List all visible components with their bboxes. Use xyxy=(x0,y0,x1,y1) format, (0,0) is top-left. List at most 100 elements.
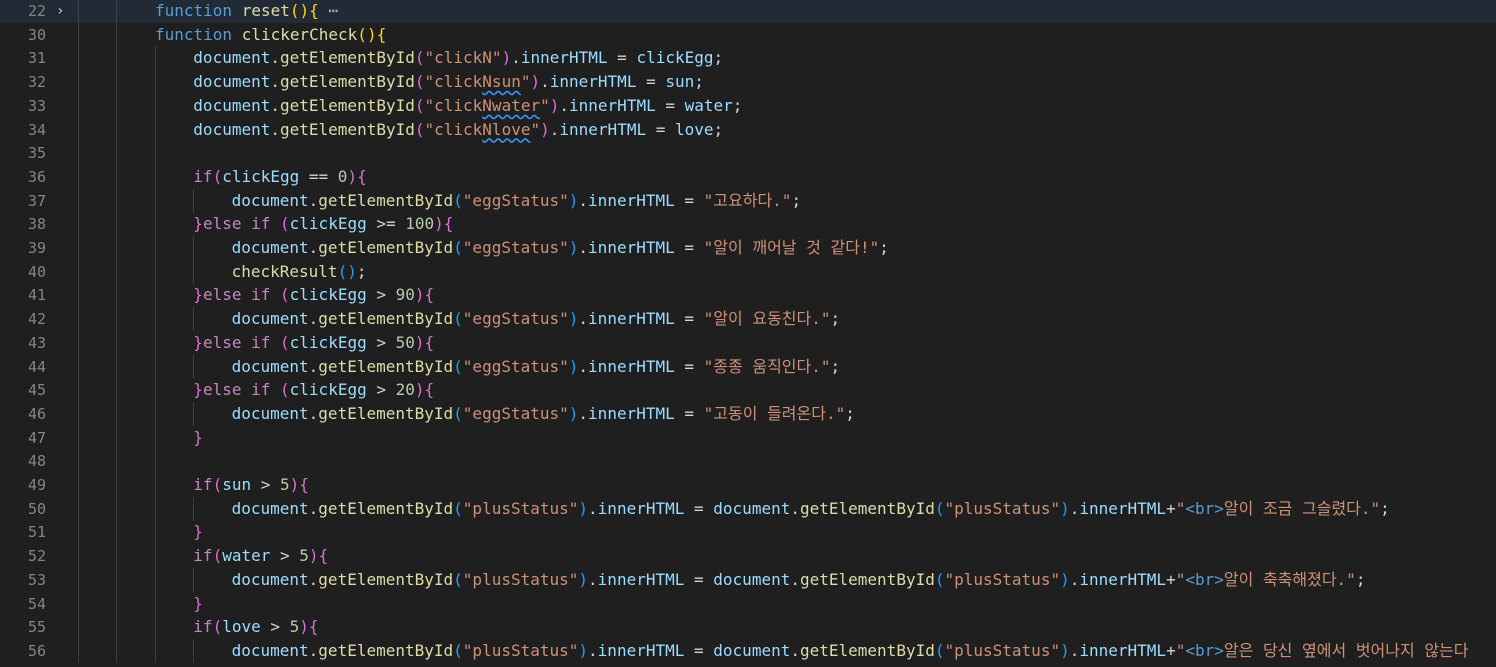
code-text[interactable]: }else if (clickEgg > 90){ xyxy=(193,283,434,307)
code-text[interactable]: function reset(){ ⋯ xyxy=(155,0,338,23)
indent-guide xyxy=(116,70,117,95)
code-token: clickEgg xyxy=(289,380,367,400)
indent-guide xyxy=(77,496,79,521)
code-line[interactable]: 22 › function reset(){ ⋯ xyxy=(0,0,1496,23)
code-text[interactable]: }else if (clickEgg > 50){ xyxy=(193,331,434,355)
code-token: = xyxy=(674,309,704,329)
code-text[interactable]: } xyxy=(193,426,203,450)
code-token: ⋯ xyxy=(318,1,339,20)
code-text[interactable]: document.getElementById("eggStatus").inn… xyxy=(232,236,889,260)
code-token: ) xyxy=(568,238,579,257)
code-token: . xyxy=(308,498,319,518)
code-line[interactable]: 41}else if (clickEgg > 90){ xyxy=(0,283,1496,308)
code-line[interactable]: 36 if(clickEgg == 0){ xyxy=(0,164,1496,189)
code-text[interactable]: }else if (clickEgg >= 100){ xyxy=(193,212,453,236)
code-token: getElementById xyxy=(318,309,454,329)
code-text[interactable]: document.getElementById("clickNsun").inn… xyxy=(193,70,704,94)
line-number: 30 xyxy=(27,25,46,44)
code-token: if xyxy=(251,380,271,400)
code-line[interactable]: 44 document.getElementById("eggStatus").i… xyxy=(0,354,1496,379)
code-line[interactable]: 52 if(water > 5){ xyxy=(0,544,1496,569)
code-text[interactable]: function clickerCheck(){ xyxy=(155,23,386,47)
code-line[interactable]: 31 document.getElementById("clickN").inne… xyxy=(0,46,1496,71)
code-token: document xyxy=(231,190,309,210)
code-token: 0 xyxy=(337,166,348,186)
code-token: . xyxy=(578,190,589,210)
indent-guide xyxy=(154,354,156,379)
code-token: function xyxy=(155,24,233,44)
code-line[interactable]: 30 function clickerCheck(){ xyxy=(0,22,1496,47)
code-line[interactable]: 50 document.getElementById("plusStatus").… xyxy=(0,496,1496,521)
code-text[interactable]: document.getElementById("plusStatus").in… xyxy=(232,639,1469,663)
code-line[interactable]: 56 document.getElementById("plusStatus").… xyxy=(0,638,1496,663)
code-line[interactable]: 43}else if (clickEgg > 50){ xyxy=(0,330,1496,355)
code-text[interactable]: document.getElementById("clickNwater").i… xyxy=(193,94,742,118)
code-token: innerHTML xyxy=(588,356,675,376)
code-token: document xyxy=(231,569,309,589)
indent-guide xyxy=(154,520,156,545)
code-token: ) xyxy=(414,285,425,305)
code-token: ) xyxy=(414,332,425,352)
code-text[interactable]: if(clickEgg == 0){ xyxy=(193,165,366,189)
code-token: getElementById xyxy=(318,238,454,257)
code-line[interactable]: 34 document.getElementById("clickNlove").… xyxy=(0,117,1496,142)
code-line[interactable]: 35 xyxy=(0,141,1496,166)
code-token: . xyxy=(270,119,280,139)
line-number: 47 xyxy=(27,428,46,447)
code-token: ) xyxy=(578,569,589,589)
indent-guide xyxy=(116,449,117,474)
code-text[interactable]: document.getElementById("eggStatus").inn… xyxy=(232,402,855,426)
code-token: . xyxy=(588,569,598,589)
code-line[interactable]: 32 document.getElementById("clickNsun").i… xyxy=(0,70,1496,95)
chevron-right-icon[interactable]: › xyxy=(56,0,72,23)
code-token: ) xyxy=(1060,498,1070,518)
code-line[interactable]: 42 document.getElementById("eggStatus").i… xyxy=(0,307,1496,332)
code-line[interactable]: 54} xyxy=(0,591,1496,616)
code-text[interactable]: if(water > 5){ xyxy=(193,544,328,568)
code-token: ) xyxy=(414,380,425,400)
code-token: + xyxy=(1166,498,1176,518)
code-text[interactable]: document.getElementById("plusStatus").in… xyxy=(232,497,1390,521)
code-editor[interactable]: 22 › function reset(){ ⋯ 30 function clicker… xyxy=(0,0,1496,667)
code-text[interactable]: if(love > 5){ xyxy=(193,615,318,639)
code-token: getElementById xyxy=(799,498,935,518)
code-line[interactable]: 55 if(love > 5){ xyxy=(0,615,1496,640)
code-line[interactable]: 39 document.getElementById("eggStatus").i… xyxy=(0,236,1496,260)
code-line[interactable]: 48 xyxy=(0,449,1496,474)
code-text[interactable]: if(sun > 5){ xyxy=(193,473,309,497)
code-token: innerHTML xyxy=(569,95,656,115)
code-text[interactable]: }else if (clickEgg > 20){ xyxy=(193,378,434,402)
code-line[interactable]: 45}else if (clickEgg > 20){ xyxy=(0,378,1496,403)
code-line[interactable]: 33 document.getElementById("clickNwater")… xyxy=(0,93,1496,118)
code-text[interactable]: document.getElementById("eggStatus").inn… xyxy=(232,307,841,331)
line-number: 38 xyxy=(27,215,46,234)
code-text[interactable]: document.getElementById("eggStatus").inn… xyxy=(232,355,841,379)
code-text[interactable]: document.getElementById("plusStatus").in… xyxy=(232,568,1366,592)
code-line[interactable]: 40 checkResult(); xyxy=(0,259,1496,284)
code-text[interactable]: document.getElementById("clickNlove").in… xyxy=(193,118,723,142)
code-line[interactable]: 51} xyxy=(0,520,1496,545)
code-text[interactable]: } xyxy=(193,520,203,544)
code-token: ) xyxy=(530,72,541,92)
code-token: if xyxy=(193,166,213,186)
code-text[interactable]: } xyxy=(193,592,203,616)
code-line[interactable]: 37 document.getElementById("eggStatus").i… xyxy=(0,188,1496,213)
code-token: getElementById xyxy=(318,356,454,376)
code-line[interactable]: 49 if(sun > 5){ xyxy=(0,473,1496,497)
code-text[interactable]: document.getElementById("eggStatus").inn… xyxy=(232,189,801,213)
code-token: . xyxy=(578,238,589,257)
indent-guide xyxy=(77,117,79,142)
code-text[interactable]: document.getElementById("clickN").innerH… xyxy=(193,46,723,70)
code-text[interactable]: checkResult(); xyxy=(232,260,367,284)
code-token: ( xyxy=(280,285,290,305)
code-token: ; xyxy=(830,356,841,376)
code-line[interactable]: 46 document.getElementById("eggStatus").i… xyxy=(0,401,1496,426)
code-line[interactable]: 38 }else if (clickEgg >= 100){ xyxy=(0,212,1496,237)
code-token: . xyxy=(588,498,598,518)
code-line[interactable]: 53 document.getElementById("plusStatus").… xyxy=(0,567,1496,592)
code-line[interactable]: 47} xyxy=(0,425,1496,450)
code-token: . xyxy=(790,640,800,660)
